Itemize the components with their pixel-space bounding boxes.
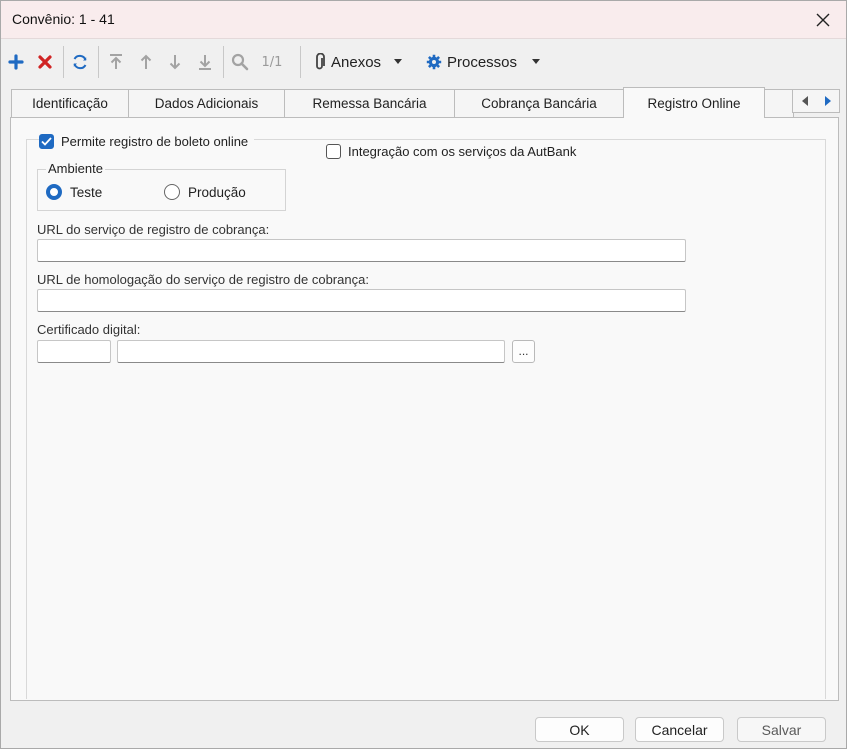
previous-record-button[interactable]: [135, 50, 157, 74]
tab-cobranca-bancaria[interactable]: Cobrança Bancária: [454, 89, 624, 117]
tab-label: Cobrança Bancária: [481, 96, 597, 111]
refresh-icon: [73, 54, 87, 70]
checkbox-box[interactable]: [39, 134, 54, 149]
ok-button[interactable]: OK: [535, 717, 624, 742]
ambiente-group: Ambiente Teste Produção: [37, 161, 286, 211]
anexos-menu-button[interactable]: Anexos: [314, 50, 414, 74]
checkbox-box[interactable]: [326, 144, 341, 159]
toolbar-separator: [223, 46, 224, 78]
toolbar-separator: [98, 46, 99, 78]
toolbar-separator: [300, 46, 301, 78]
paperclip-icon: [316, 53, 325, 70]
save-button[interactable]: Salvar: [737, 717, 826, 742]
toolbar: 1/1 Anexos Processos: [1, 41, 846, 83]
radio-teste[interactable]: Teste: [46, 184, 102, 200]
record-count: 1/1: [261, 54, 283, 70]
tab-overflow[interactable]: [764, 89, 794, 117]
radio-producao[interactable]: Produção: [164, 184, 246, 200]
browse-certificate-button[interactable]: ...: [512, 340, 535, 363]
permite-registro-checkbox[interactable]: Permite registro de boleto online: [39, 134, 255, 149]
toolbar-separator: [63, 46, 64, 78]
close-icon: [816, 13, 830, 27]
anexos-label: Anexos: [331, 53, 382, 71]
plus-icon: [8, 54, 24, 70]
certificado-label: Certificado digital:: [37, 322, 141, 337]
tab-registro-online[interactable]: Registro Online: [623, 87, 765, 118]
radio-label: Teste: [70, 184, 103, 200]
url-homologacao-label: URL de homologação do serviço de registr…: [37, 272, 369, 287]
add-button[interactable]: [6, 50, 26, 74]
arrow-down-icon: [169, 55, 181, 70]
autbank-label: Integração com os serviços da AutBank: [348, 144, 577, 159]
window-title: Convênio: 1 - 41: [12, 11, 115, 27]
refresh-button[interactable]: [69, 50, 91, 74]
arrow-to-bottom-icon: [199, 55, 211, 70]
last-record-button[interactable]: [194, 50, 216, 74]
certificado-code-input[interactable]: [37, 340, 111, 363]
tab-dados-adicionais[interactable]: Dados Adicionais: [128, 89, 285, 117]
search-icon: [231, 53, 249, 71]
gear-icon: [426, 54, 442, 70]
tab-remessa-bancaria[interactable]: Remessa Bancária: [284, 89, 455, 117]
tab-scroll-buttons: [792, 89, 840, 113]
url-registro-label: URL do serviço de registro de cobrança:: [37, 222, 270, 237]
checkmark-icon: [41, 137, 52, 146]
first-record-button[interactable]: [105, 50, 127, 74]
permite-registro-label: Permite registro de boleto online: [61, 134, 249, 149]
close-button[interactable]: [800, 1, 846, 39]
record-counter: 1/1: [257, 50, 287, 74]
processos-label: Processos: [447, 53, 518, 71]
search-button[interactable]: [229, 50, 251, 74]
delete-button[interactable]: [35, 50, 55, 74]
tab-label: Registro Online: [647, 95, 741, 111]
chevron-down-icon: [532, 59, 541, 64]
radio-label: Produção: [188, 184, 246, 200]
autbank-checkbox[interactable]: Integração com os serviços da AutBank: [326, 144, 576, 159]
url-registro-input[interactable]: [37, 239, 686, 262]
tab-label: Identificação: [32, 96, 108, 111]
dialog-window: Convênio: 1 - 41 1/1 Anexos Processos Id…: [0, 0, 847, 749]
arrow-to-top-icon: [110, 54, 122, 69]
radio-button[interactable]: [164, 184, 180, 200]
title-bar: Convênio: 1 - 41: [1, 1, 846, 39]
chevron-down-icon: [394, 59, 403, 64]
next-record-button[interactable]: [164, 50, 186, 74]
ambiente-legend: Ambiente: [46, 161, 105, 176]
registro-online-panel: Permite registro de boleto online Integr…: [10, 117, 839, 701]
cancel-button[interactable]: Cancelar: [635, 717, 724, 742]
processos-menu-button[interactable]: Processos: [426, 50, 551, 74]
tab-label: Remessa Bancária: [312, 96, 427, 111]
arrow-up-icon: [140, 54, 152, 69]
certificado-name-input[interactable]: [117, 340, 505, 363]
tab-strip: Identificação Dados Adicionais Remessa B…: [1, 87, 846, 118]
delete-x-icon: [38, 55, 52, 69]
scroll-right-icon[interactable]: [823, 95, 833, 107]
tab-label: Dados Adicionais: [154, 96, 259, 111]
tab-identificacao[interactable]: Identificação: [11, 89, 129, 117]
scroll-left-icon[interactable]: [800, 95, 810, 107]
radio-button-selected[interactable]: [46, 184, 62, 200]
url-homologacao-input[interactable]: [37, 289, 686, 312]
